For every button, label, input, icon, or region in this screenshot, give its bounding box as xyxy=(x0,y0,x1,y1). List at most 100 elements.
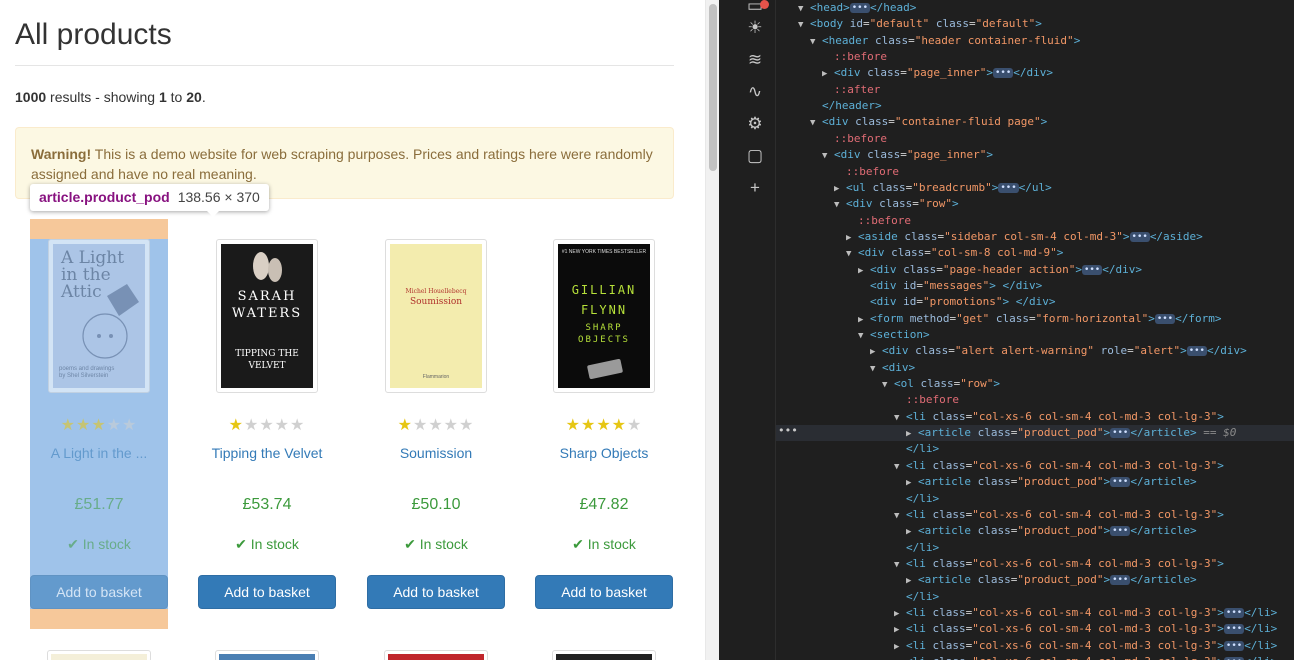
expand-triangle-icon[interactable]: ▶ xyxy=(906,524,918,540)
next-row-thumbnail[interactable] xyxy=(552,650,656,660)
dom-node[interactable]: ▶ <div class="page-header action"> ••• </di… xyxy=(776,262,1142,278)
dom-node[interactable]: <div id="promotions"> </div> xyxy=(776,294,1055,310)
dom-node[interactable]: ▶<li class="col-xs-6 col-sm-4 col-md-3 c… xyxy=(776,654,1277,660)
node-actions-ellipsis-icon[interactable]: ••• xyxy=(778,424,798,437)
product-title-link[interactable]: Tipping the Velvet xyxy=(198,445,336,461)
collapse-triangle-icon[interactable]: ▼ xyxy=(858,328,870,344)
collapse-triangle-icon[interactable]: ▼ xyxy=(894,557,906,573)
expand-triangle-icon[interactable]: ▶ xyxy=(906,426,918,442)
dom-node-markup: <article class="product_pod"> ••• </articl… xyxy=(918,475,1197,489)
expand-triangle-icon[interactable]: ▶ xyxy=(906,573,918,589)
collapse-triangle-icon[interactable]: ▼ xyxy=(810,34,822,50)
dom-node-markup: </li> xyxy=(906,491,940,505)
expand-triangle-icon[interactable]: ▶ xyxy=(822,66,834,82)
product-title-link[interactable]: A Light in the ... xyxy=(30,445,168,461)
dom-node-selected[interactable]: ▶ <article class="product_pod"> ••• </artic… xyxy=(776,425,1294,442)
expand-triangle-icon[interactable]: ▶ xyxy=(846,230,858,246)
dom-node[interactable]: ▼ <section> xyxy=(776,327,930,343)
dom-node[interactable]: ::before xyxy=(776,164,899,180)
expand-triangle-icon[interactable]: ▶ xyxy=(894,655,906,660)
performance-icon[interactable]: ∿ xyxy=(743,80,767,104)
dom-node[interactable]: ▼ <ol class="row"> xyxy=(776,376,1000,392)
dom-node[interactable]: </li> xyxy=(776,441,939,457)
dom-node[interactable]: </li> xyxy=(776,589,939,605)
dom-node[interactable]: ▼ <li class="col-xs-6 col-sm-4 col-md-3 c… xyxy=(776,556,1224,572)
collapse-triangle-icon[interactable]: ▼ xyxy=(894,508,906,524)
add-to-basket-button[interactable]: Add to basket xyxy=(535,575,673,609)
dom-node[interactable]: ▶ <aside class="sidebar col-sm-4 col-md-3… xyxy=(776,229,1203,245)
dom-node[interactable]: ▶ <div class="page_inner"> ••• </div> xyxy=(776,65,1053,81)
product-thumbnail[interactable]: SARAH WATERS TIPPING THE VELVET xyxy=(216,239,318,393)
dom-node[interactable]: ▶ <form method="get" class="form-horizont… xyxy=(776,311,1221,327)
add-to-basket-button[interactable]: Add to basket xyxy=(30,575,168,609)
dom-node[interactable]: ▼ <div class="page_inner"> xyxy=(776,147,993,163)
dom-node[interactable]: ▶<li class="col-xs-6 col-sm-4 col-md-3 c… xyxy=(776,621,1277,637)
product-thumbnail[interactable]: A Light in the Attic poems and drawings by… xyxy=(48,239,150,393)
expand-triangle-icon[interactable]: ▶ xyxy=(894,622,906,638)
product-title-link[interactable]: Soumission xyxy=(367,445,505,461)
dom-node[interactable]: ::before xyxy=(776,131,887,147)
dom-node[interactable]: ▶ <div class="alert alert-warning" role="… xyxy=(776,343,1247,359)
expand-triangle-icon[interactable]: ▶ xyxy=(894,606,906,622)
expand-triangle-icon[interactable]: ▶ xyxy=(894,639,906,655)
dom-node[interactable]: ▼ <div class="container-fluid page"> xyxy=(776,114,1047,130)
expand-triangle-icon[interactable]: ▶ xyxy=(858,312,870,328)
product-price: £50.10 xyxy=(411,496,461,513)
dom-node[interactable]: ▶ <article class="product_pod"> ••• </artic… xyxy=(776,474,1197,490)
application-window-icon[interactable]: ▢ xyxy=(743,144,767,168)
expand-triangle-icon[interactable]: ▶ xyxy=(834,181,846,197)
expand-triangle-icon[interactable]: ▶ xyxy=(870,344,882,360)
scrollbar-thumb[interactable] xyxy=(709,4,717,171)
expand-triangle-icon[interactable]: ▶ xyxy=(906,475,918,491)
dom-node[interactable]: ▼ <div class="row"> xyxy=(776,196,959,212)
dom-node-markup: ::before xyxy=(846,164,899,178)
dom-node[interactable]: ::before xyxy=(776,392,959,408)
dom-node[interactable]: ::before xyxy=(776,213,911,229)
next-row-thumbnail[interactable] xyxy=(215,650,319,660)
next-row-thumbnail[interactable] xyxy=(47,650,151,660)
collapse-triangle-icon[interactable]: ▼ xyxy=(810,115,822,131)
dom-node[interactable]: ▶<li class="col-xs-6 col-sm-4 col-md-3 c… xyxy=(776,638,1277,654)
settings-gear-icon[interactable]: ⚙ xyxy=(743,112,767,136)
availability-text: In stock xyxy=(587,536,636,552)
dom-node[interactable]: ▼ <body id="default" class="default"> xyxy=(776,16,1042,32)
product-title-link[interactable]: Sharp Objects xyxy=(535,445,673,461)
add-panel-icon[interactable]: + xyxy=(743,176,767,200)
availability-text: In stock xyxy=(419,536,468,552)
collapse-triangle-icon[interactable]: ▼ xyxy=(798,1,810,17)
dom-node[interactable]: ::before xyxy=(776,49,887,65)
collapse-triangle-icon[interactable]: ▼ xyxy=(834,197,846,213)
collapse-triangle-icon[interactable]: ▼ xyxy=(822,148,834,164)
collapse-triangle-icon[interactable]: ▼ xyxy=(798,17,810,33)
dom-node[interactable]: ▶<li class="col-xs-6 col-sm-4 col-md-3 c… xyxy=(776,605,1277,621)
add-to-basket-button[interactable]: Add to basket xyxy=(198,575,336,609)
network-wifi-icon[interactable]: ≋ xyxy=(743,48,767,72)
dom-node[interactable]: ▼ <div> xyxy=(776,360,915,376)
dom-node[interactable]: ▼ <header class="header container-fluid"> xyxy=(776,33,1080,49)
next-row-thumbnail[interactable] xyxy=(384,650,488,660)
dom-node[interactable]: ▼ <li class="col-xs-6 col-sm-4 col-md-3 c… xyxy=(776,458,1224,474)
collapse-triangle-icon[interactable]: ▼ xyxy=(846,246,858,262)
product-thumbnail[interactable]: Michel Houellebecq Soumission Flammarion xyxy=(385,239,487,393)
dom-node[interactable]: ▼ <li class="col-xs-6 col-sm-4 col-md-3 c… xyxy=(776,409,1224,425)
bug-icon[interactable]: ☀ xyxy=(743,16,767,40)
dom-node[interactable]: <div id="messages"> </div> xyxy=(776,278,1042,294)
dom-node[interactable]: </li> xyxy=(776,540,939,556)
dom-node[interactable]: </li> xyxy=(776,491,939,507)
dom-node[interactable]: ▼ <li class="col-xs-6 col-sm-4 col-md-3 c… xyxy=(776,507,1224,523)
dom-node[interactable]: ::after xyxy=(776,82,880,98)
page-scrollbar[interactable] xyxy=(705,0,719,660)
collapse-triangle-icon[interactable]: ▼ xyxy=(882,377,894,393)
add-to-basket-button[interactable]: Add to basket xyxy=(367,575,505,609)
dom-node[interactable]: ▶ <article class="product_pod"> ••• </artic… xyxy=(776,523,1197,539)
collapse-triangle-icon[interactable]: ▼ xyxy=(894,410,906,426)
product-thumbnail[interactable]: #1 NEW YORK TIMES BESTSELLER GILLIAN FLYN… xyxy=(553,239,655,393)
dom-node[interactable]: ▶ <ul class="breadcrumb"> ••• </ul> xyxy=(776,180,1052,196)
dom-node[interactable]: ▼ <head> ••• </head> xyxy=(776,0,916,16)
dom-node[interactable]: ▼ <div class="col-sm-8 col-md-9"> xyxy=(776,245,1063,261)
expand-triangle-icon[interactable]: ▶ xyxy=(858,263,870,279)
collapse-triangle-icon[interactable]: ▼ xyxy=(870,361,882,377)
dom-node[interactable]: ▶ <article class="product_pod"> ••• </artic… xyxy=(776,572,1197,588)
collapse-triangle-icon[interactable]: ▼ xyxy=(894,459,906,475)
dom-node[interactable]: </header> xyxy=(776,98,882,114)
